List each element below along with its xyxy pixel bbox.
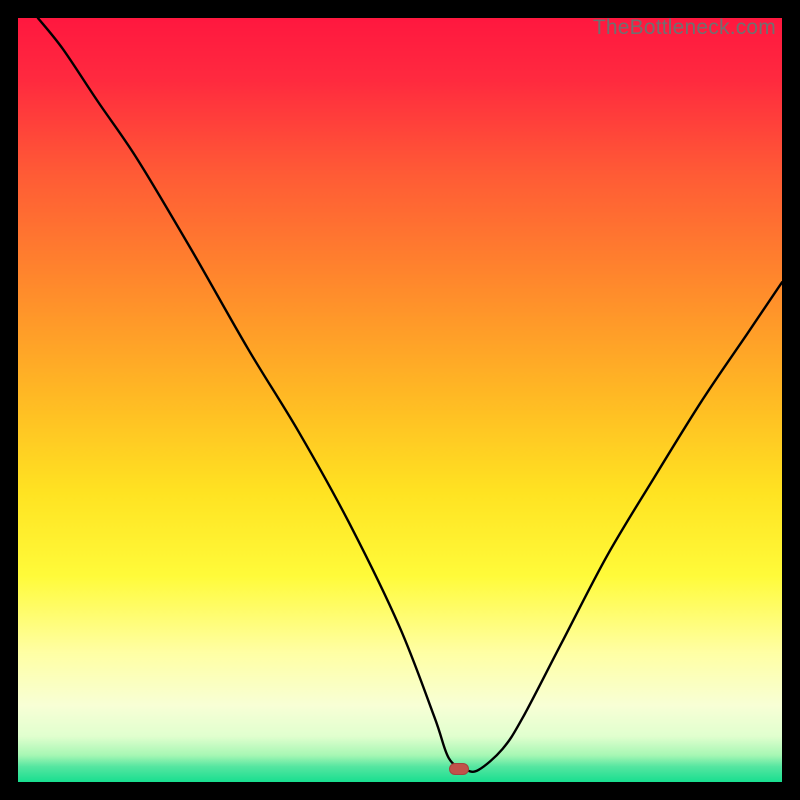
optimum-marker bbox=[449, 763, 469, 775]
gradient-background bbox=[18, 18, 782, 782]
plot-frame: TheBottleneck.com bbox=[18, 18, 782, 782]
watermark-text: TheBottleneck.com bbox=[593, 18, 776, 40]
